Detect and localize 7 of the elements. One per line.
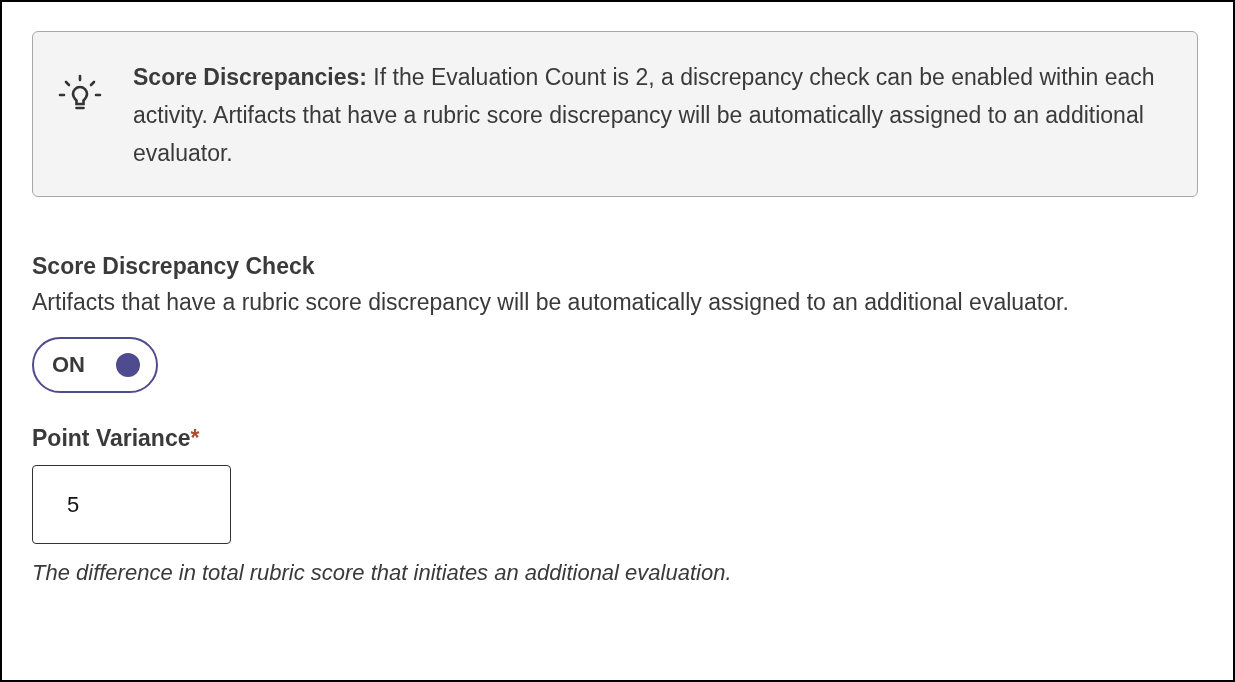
field-label: Point Variance* xyxy=(32,424,200,453)
toggle-switch[interactable]: ON xyxy=(32,337,158,393)
section-title: Score Discrepancy Check xyxy=(32,252,315,281)
section-description: Artifacts that have a rubric score discrepancy will be automatically assigned to an additional evaluator. xyxy=(32,288,1069,317)
help-text: The difference in total rubric score that initiates an additional evaluation. xyxy=(32,559,732,587)
callout-text: Score Discrepancies: If the Evaluation Count is 2, a discrepancy check can be enabled within each activity. Artifacts that have a rubric score discrepancy will be automatically assigned to an additional evaluator. xyxy=(133,63,1156,168)
point-variance-field[interactable]: 5 xyxy=(32,465,231,544)
